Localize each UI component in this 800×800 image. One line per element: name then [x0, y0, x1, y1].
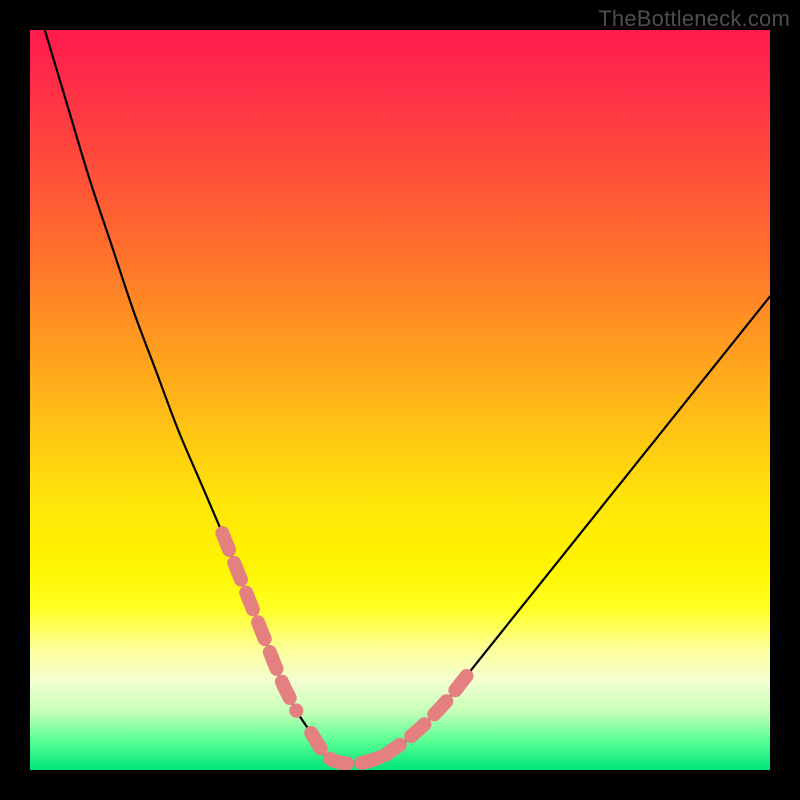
watermark-label: TheBottleneck.com [598, 6, 790, 32]
curve-layer [30, 30, 770, 770]
highlight-segments [222, 533, 474, 763]
highlight-segment [385, 666, 474, 755]
highlight-segment [311, 733, 385, 764]
chart-frame: TheBottleneck.com [0, 0, 800, 800]
plot-area [30, 30, 770, 770]
highlight-segment [222, 533, 296, 711]
bottleneck-curve [45, 30, 770, 764]
